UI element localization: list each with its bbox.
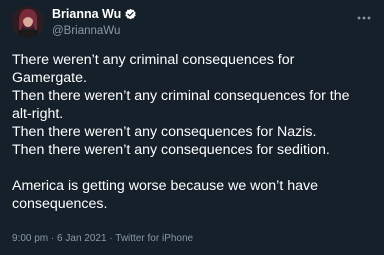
tweet-line: Then there weren’t any consequences for … (12, 124, 317, 140)
avatar[interactable] (12, 6, 44, 38)
tweet: Brianna Wu @BriannaWu There weren’t any … (0, 0, 384, 255)
meta-separator: · (50, 233, 55, 244)
meta-separator: · (109, 233, 113, 244)
tweet-line: consequences. (12, 196, 108, 212)
author-names: Brianna Wu @BriannaWu (52, 7, 137, 39)
tweet-line: Then there weren’t any criminal conseque… (12, 88, 350, 104)
avatar-image-icon (12, 6, 44, 38)
verified-badge-icon (124, 8, 137, 21)
tweet-line: alt-right. (12, 106, 64, 122)
tweet-header: Brianna Wu @BriannaWu (12, 4, 372, 44)
tweet-line: America is getting worse because we won’… (12, 178, 318, 194)
tweet-line: Gamergate. (12, 70, 87, 86)
more-options-icon[interactable] (356, 10, 372, 20)
display-name[interactable]: Brianna Wu (52, 7, 121, 22)
tweet-time[interactable]: 9:00 pm (12, 233, 48, 244)
paragraph-break (12, 159, 376, 177)
tweet-text: There weren’t any criminal consequences … (12, 51, 376, 213)
display-name-row: Brianna Wu (52, 7, 137, 22)
tweet-line: Then there weren’t any consequences for … (12, 142, 330, 158)
tweet-date[interactable]: 6 Jan 2021 (57, 233, 107, 244)
handle[interactable]: @BriannaWu (52, 23, 137, 39)
tweet-metadata: 9:00 pm · 6 Jan 2021 · Twitter for iPhon… (12, 233, 193, 245)
tweet-line: There weren’t any criminal consequences … (12, 52, 295, 68)
tweet-source[interactable]: Twitter for iPhone (115, 233, 193, 244)
